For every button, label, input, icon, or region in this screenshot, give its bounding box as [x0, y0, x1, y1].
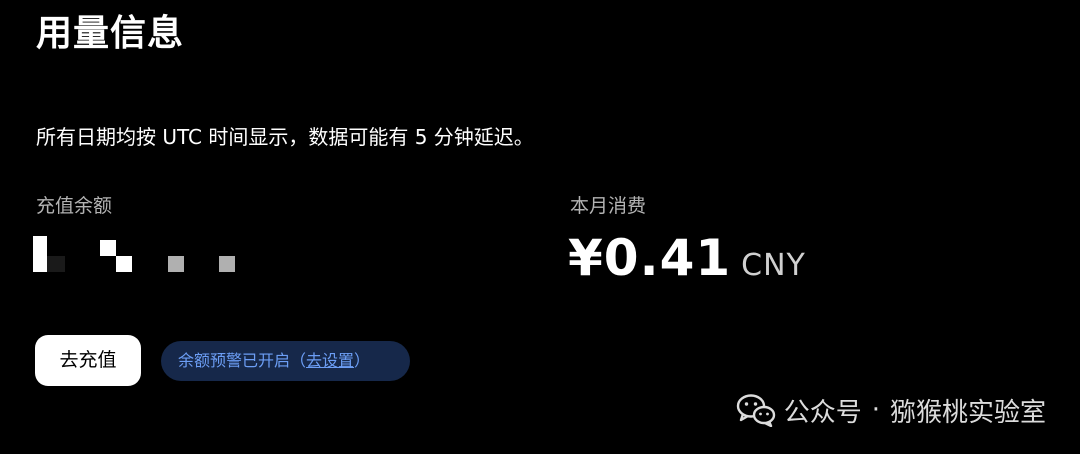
monthly-spend-value: ¥0.41 CNY: [568, 226, 806, 302]
monthly-spend-currency: CNY: [741, 248, 806, 283]
wechat-icon: [736, 394, 775, 427]
recharge-button[interactable]: 去充值: [35, 335, 141, 386]
balance-alert-status: 余额预警已开启（去设置）: [161, 341, 410, 381]
wechat-watermark: 公众号 · 猕猴桃实验室: [736, 388, 1046, 432]
page-title: 用量信息: [36, 13, 185, 54]
balance-label: 充值余额: [36, 195, 113, 217]
watermark-prefix: 公众号: [783, 397, 862, 428]
balance-alert-text: 余额预警已开启（: [178, 351, 307, 370]
usage-page: 用量信息 所有日期均按 UTC 时间显示，数据可能有 5 分钟延迟。 充值余额 …: [0, 0, 1080, 454]
utc-delay-notice: 所有日期均按 UTC 时间显示，数据可能有 5 分钟延迟。: [36, 125, 534, 149]
monthly-spend-label: 本月消费: [570, 195, 647, 217]
watermark-account-name: 猕猴桃实验室: [889, 397, 1046, 428]
balance-alert-close-paren: ）: [354, 351, 371, 370]
alert-settings-link[interactable]: 去设置: [306, 351, 354, 370]
masked-balance-value: [33, 236, 243, 276]
monthly-spend-amount: ¥0.41: [568, 229, 732, 287]
watermark-separator: ·: [871, 395, 880, 425]
